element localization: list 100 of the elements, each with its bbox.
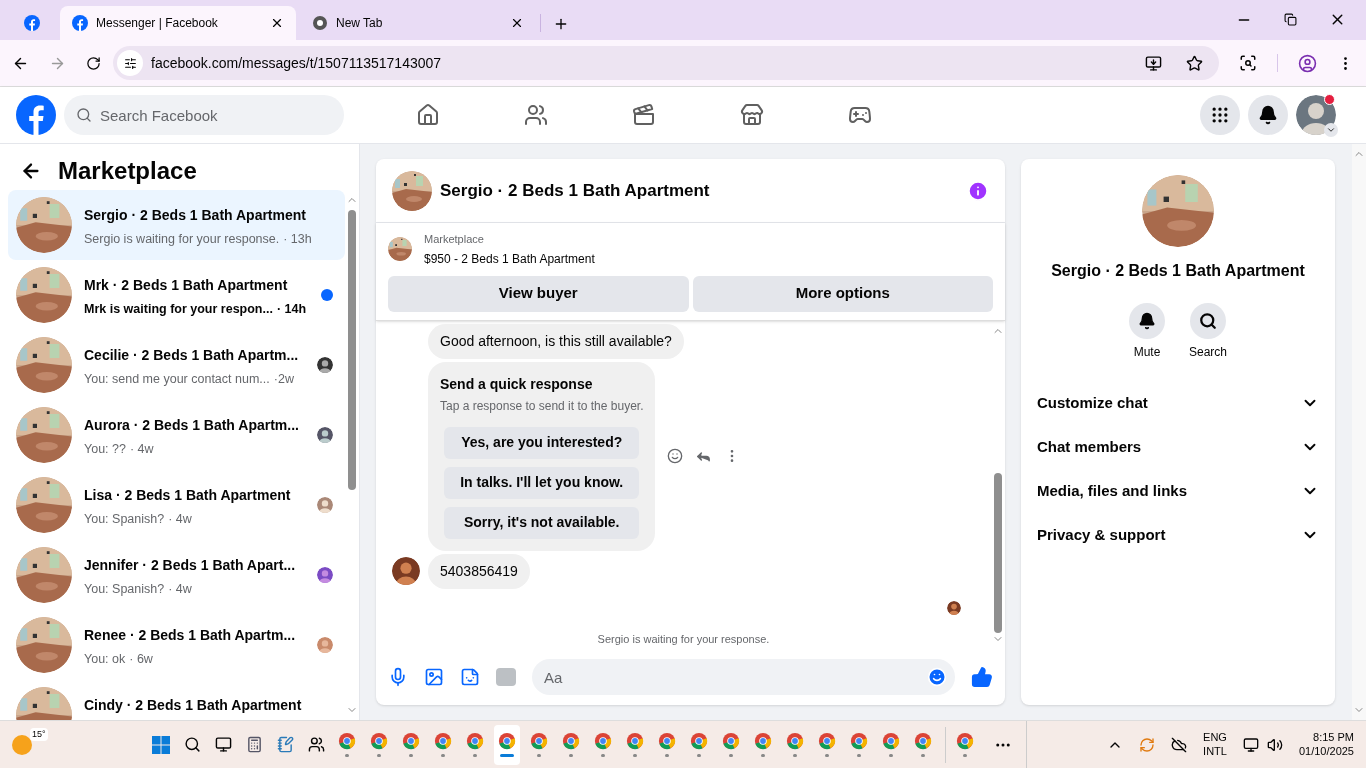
message-preview: You: Spanish? bbox=[84, 581, 165, 598]
message-preview: You: ?? bbox=[84, 441, 126, 458]
language[interactable]: ENG bbox=[1203, 730, 1227, 745]
restore-icon[interactable] bbox=[1284, 13, 1297, 26]
chrome-icon bbox=[914, 732, 932, 750]
address-bar[interactable]: facebook.com/messages/t/1507113517143007 bbox=[113, 46, 1219, 80]
chrome-icon bbox=[956, 732, 974, 750]
clock-date[interactable]: 01/10/2025 bbox=[1298, 744, 1354, 759]
browser-tab[interactable]: Messenger | Facebook bbox=[60, 6, 296, 40]
facebook-logo-icon[interactable] bbox=[72, 15, 88, 31]
chrome-icon bbox=[658, 732, 676, 750]
bookmark-icon[interactable] bbox=[1186, 54, 1203, 72]
close-icon[interactable] bbox=[270, 16, 284, 30]
clock-time[interactable]: 8:15 PM bbox=[1313, 730, 1354, 745]
install-icon[interactable] bbox=[1145, 54, 1162, 72]
sticker-icon[interactable] bbox=[460, 667, 480, 687]
tab-title: New Tab bbox=[336, 15, 384, 32]
conversation-item[interactable]: Renee · 2 Beds 1 Bath Apartm... You: ok · 6w bbox=[8, 610, 345, 680]
chrome-icon bbox=[786, 732, 804, 750]
chat-title: Sergio · 2 Beds 1 Bath Apartment bbox=[440, 179, 711, 202]
conversation-item[interactable]: Jennifer · 2 Beds 1 Bath Apart... You: Spanish? · 4w bbox=[8, 540, 345, 610]
details-section[interactable]: Chat members bbox=[1037, 425, 1319, 469]
account-caret-icon[interactable] bbox=[1324, 123, 1338, 137]
friends-icon[interactable] bbox=[524, 103, 548, 127]
message-preview: You: ok bbox=[84, 651, 126, 668]
marketplace-icon[interactable] bbox=[740, 103, 764, 127]
temperature: 15° bbox=[30, 727, 48, 741]
video-icon[interactable] bbox=[632, 103, 656, 127]
search-icon[interactable] bbox=[184, 736, 201, 753]
facebook-logo-icon[interactable] bbox=[24, 15, 40, 31]
search-field[interactable]: Search Facebook bbox=[64, 95, 344, 135]
taskbar-app[interactable] bbox=[494, 724, 520, 765]
quick-response-option[interactable]: Yes, are you interested? bbox=[444, 426, 640, 459]
volume-icon[interactable] bbox=[1266, 736, 1283, 753]
message-bubble: Good afternoon, is this still available? bbox=[428, 323, 684, 359]
details-section[interactable]: Customize chat bbox=[1037, 381, 1319, 425]
quick-response-option[interactable]: Sorry, it's not available. bbox=[444, 506, 640, 539]
profile-icon[interactable] bbox=[1298, 53, 1317, 73]
chrome-icon bbox=[434, 732, 452, 750]
sidebar-title: Marketplace bbox=[58, 156, 197, 186]
chrome-icon bbox=[690, 732, 708, 750]
network-icon[interactable] bbox=[1242, 736, 1259, 753]
like-icon[interactable] bbox=[971, 666, 993, 688]
conversation-item[interactable]: Sergio · 2 Beds 1 Bath Apartment Sergio is waiting for your response. · 13h bbox=[8, 190, 345, 260]
listing-name: $950 - 2 Beds 1 Bath Apartment bbox=[424, 250, 595, 268]
home-icon[interactable] bbox=[416, 103, 440, 127]
chrome-icon bbox=[466, 732, 484, 750]
listing-button[interactable]: More options bbox=[692, 275, 993, 312]
reload-icon[interactable] bbox=[86, 55, 101, 71]
chrome-icon bbox=[370, 732, 388, 750]
conversation-title: Lisa · 2 Beds 1 Bath Apartment bbox=[84, 486, 292, 505]
conversation-item[interactable]: Mrk · 2 Beds 1 Bath Apartment Mrk is waiting for your respon... · 14h bbox=[8, 260, 345, 330]
conversation-item[interactable]: Aurora · 2 Beds 1 Bath Apartm... You: ?? · 4w bbox=[8, 400, 345, 470]
conversation-item[interactable]: Cecilie · 2 Beds 1 Bath Apartm... You: send me your contact num... ·2w bbox=[8, 330, 345, 400]
status-text: Sergio is waiting for your response. bbox=[596, 631, 771, 647]
bell-icon bbox=[1138, 312, 1156, 330]
notepad-icon[interactable] bbox=[277, 736, 294, 753]
url-text: facebook.com/messages/t/1507113517143007 bbox=[151, 53, 443, 73]
details-section[interactable]: Media, files and links bbox=[1037, 469, 1319, 513]
quick-response-option[interactable]: In talks. I'll let you know. bbox=[444, 466, 640, 499]
tab-title: Messenger | Facebook bbox=[96, 15, 219, 32]
lens-icon[interactable] bbox=[1239, 54, 1257, 72]
menu-button[interactable] bbox=[1200, 95, 1240, 135]
listing-button[interactable]: View buyer bbox=[388, 275, 689, 312]
chrome-icon bbox=[850, 732, 868, 750]
message-preview: Sergio is waiting for your response. bbox=[84, 231, 280, 248]
grid-icon bbox=[1210, 105, 1230, 125]
sync-icon[interactable] bbox=[1139, 736, 1156, 753]
calculator-icon[interactable] bbox=[246, 736, 263, 753]
cloud-icon[interactable] bbox=[1171, 736, 1188, 753]
chrome-icon bbox=[338, 732, 356, 750]
new-tab-icon[interactable] bbox=[553, 16, 569, 32]
notifications-button[interactable] bbox=[1248, 95, 1288, 135]
conversation-item[interactable]: Lisa · 2 Beds 1 Bath Apartment You: Spanish? · 4w bbox=[8, 470, 345, 540]
message-preview: Mrk is waiting for your respon... bbox=[84, 301, 273, 318]
facebook-logo-icon[interactable] bbox=[16, 95, 56, 135]
details-section[interactable]: Privacy & support bbox=[1037, 513, 1319, 557]
app-icon[interactable] bbox=[308, 736, 325, 753]
conversation-title: Renee · 2 Beds 1 Bath Apartm... bbox=[84, 626, 297, 645]
browser-tab[interactable]: New Tab bbox=[300, 6, 536, 40]
photo-icon[interactable] bbox=[424, 667, 444, 687]
react-icon[interactable] bbox=[667, 448, 684, 464]
chrome-icon bbox=[722, 732, 740, 750]
message-time: · 4w bbox=[168, 511, 192, 528]
card-subtitle: Tap a response to send it to the buyer. bbox=[440, 397, 644, 415]
message-time: · 6w bbox=[129, 651, 153, 668]
close-icon[interactable] bbox=[510, 16, 524, 30]
bell-icon bbox=[1258, 105, 1278, 125]
message-field[interactable]: Aa bbox=[532, 659, 955, 695]
message-preview: You: Spanish? bbox=[84, 511, 165, 528]
conversation-title: Cindy · 2 Beds 1 Bath Apartment bbox=[84, 696, 303, 715]
task-view-icon[interactable] bbox=[215, 736, 232, 753]
listing-label: Marketplace bbox=[424, 232, 485, 247]
site-info-icon[interactable] bbox=[117, 50, 143, 76]
keyboard-layout[interactable]: INTL bbox=[1203, 744, 1227, 759]
microphone-icon[interactable] bbox=[388, 667, 408, 687]
chrome-icon bbox=[626, 732, 644, 750]
windows-icon[interactable] bbox=[152, 735, 170, 754]
info-icon[interactable] bbox=[967, 179, 989, 202]
chrome-icon bbox=[754, 732, 772, 750]
